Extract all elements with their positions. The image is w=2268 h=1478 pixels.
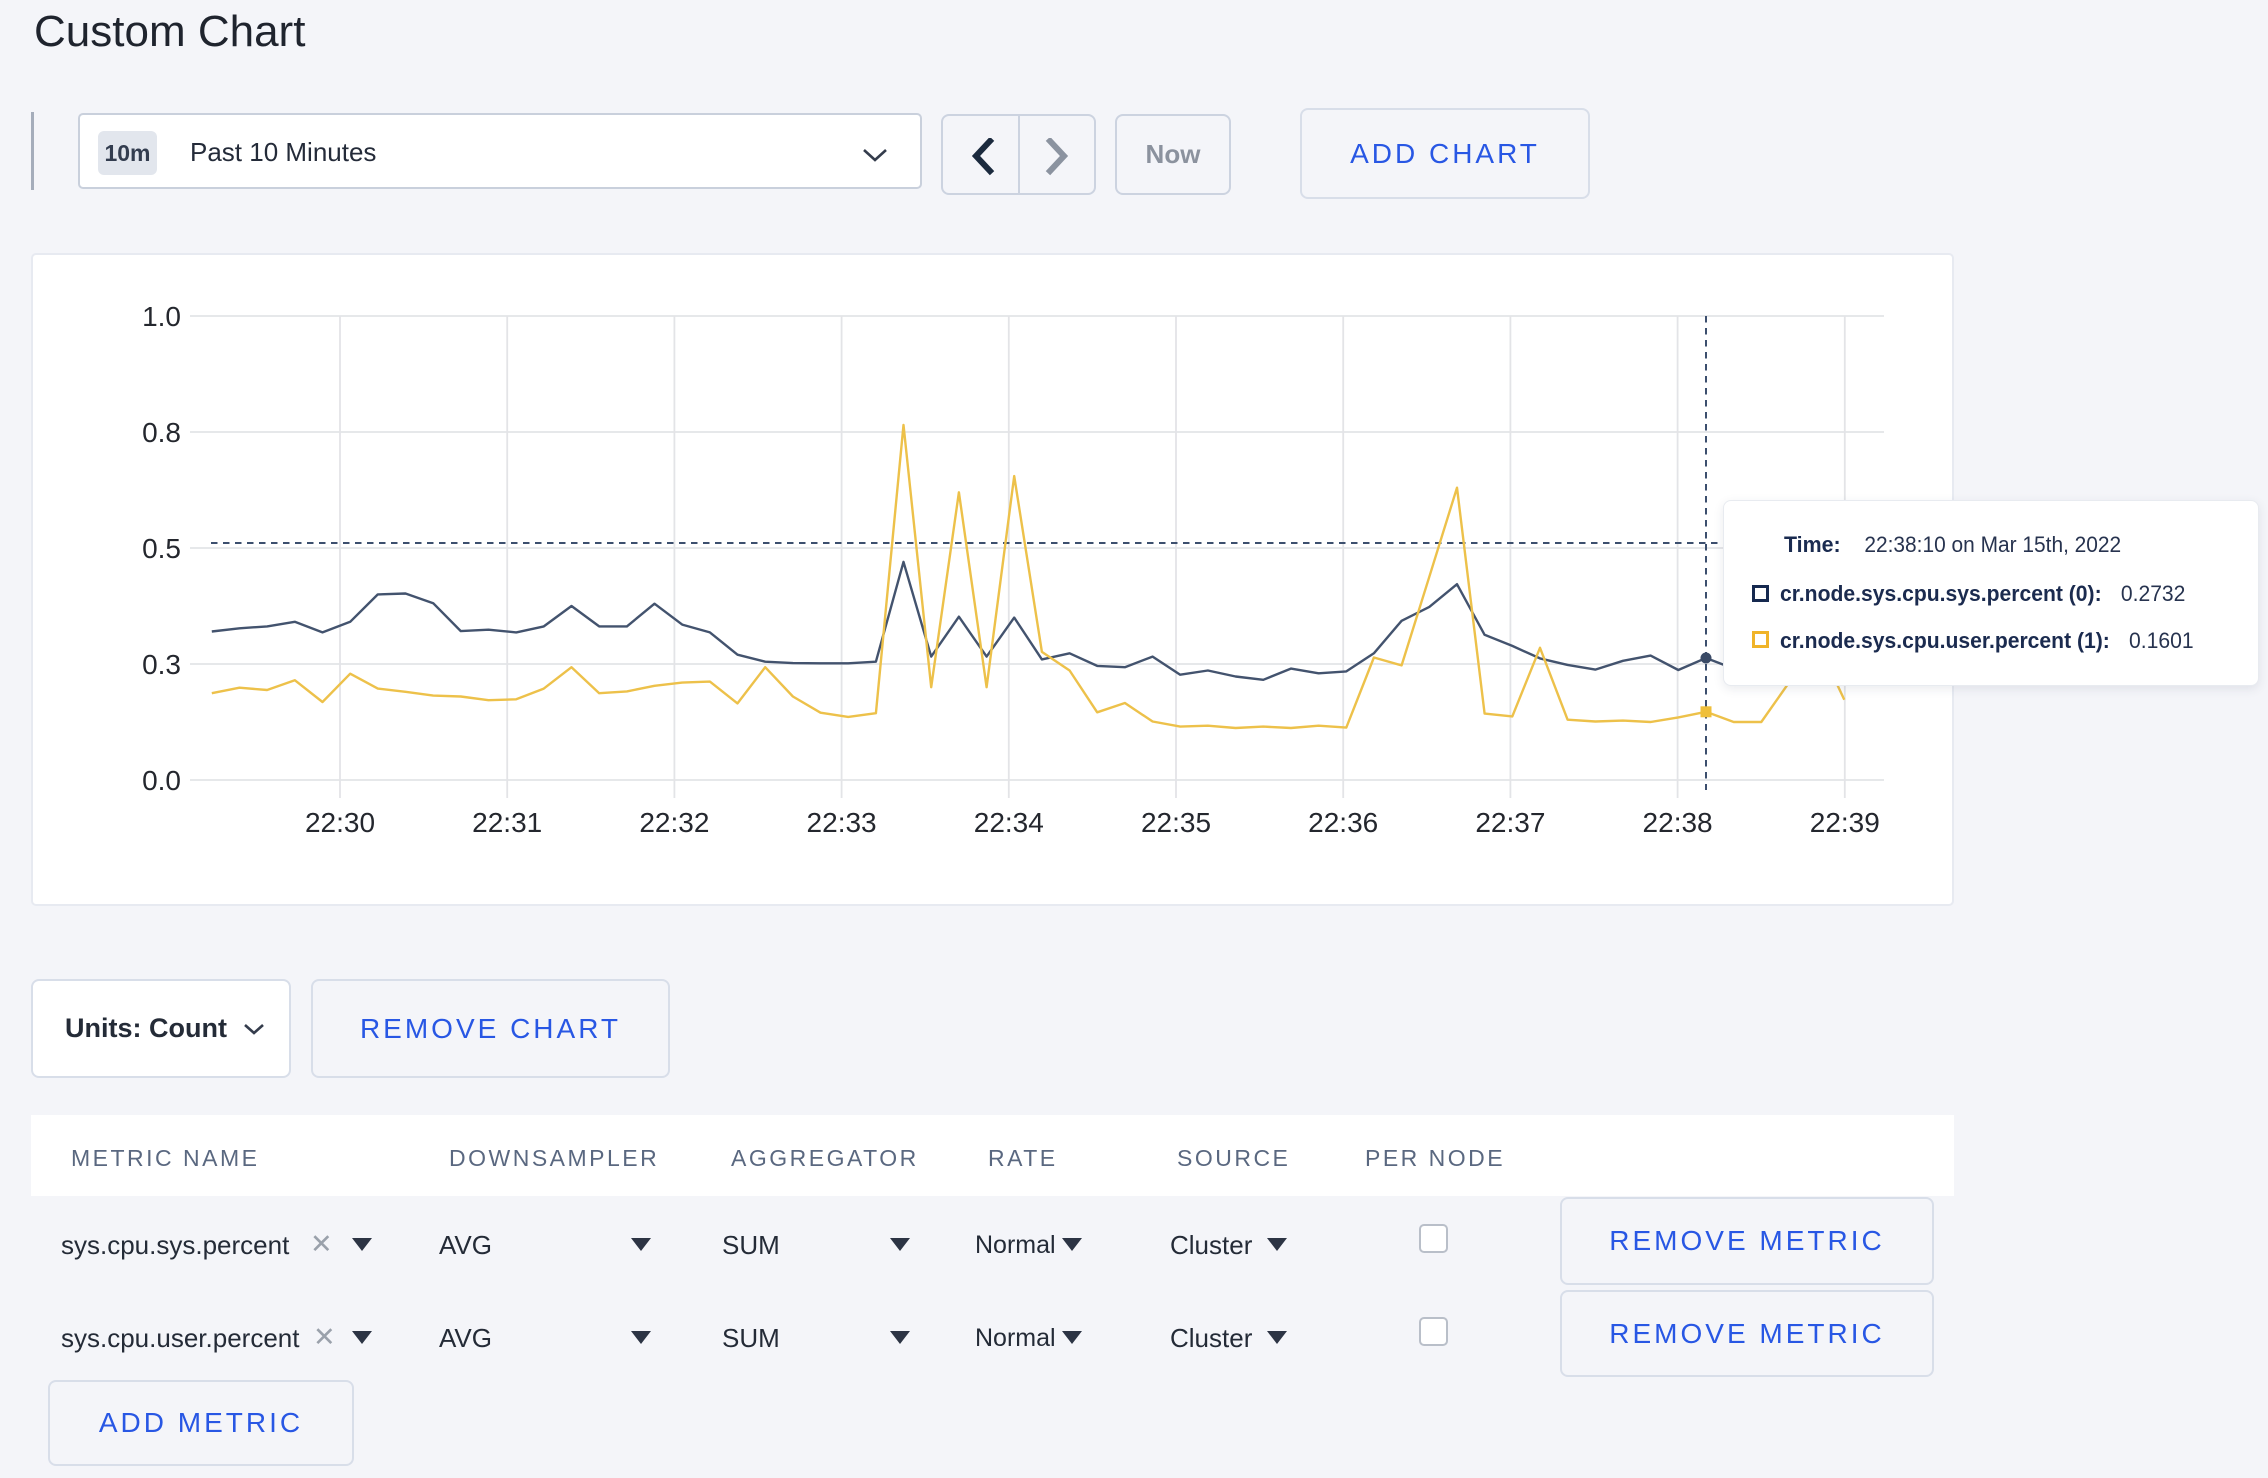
svg-text:22:34: 22:34 xyxy=(974,807,1044,838)
svg-text:22:39: 22:39 xyxy=(1810,807,1880,838)
svg-text:22:31: 22:31 xyxy=(472,807,542,838)
svg-text:22:37: 22:37 xyxy=(1475,807,1545,838)
svg-text:22:36: 22:36 xyxy=(1308,807,1378,838)
svg-text:22:33: 22:33 xyxy=(807,807,877,838)
svg-text:0.5: 0.5 xyxy=(142,533,181,564)
svg-text:0.3: 0.3 xyxy=(142,649,181,680)
svg-text:22:35: 22:35 xyxy=(1141,807,1211,838)
svg-text:22:38: 22:38 xyxy=(1643,807,1713,838)
svg-text:1.0: 1.0 xyxy=(142,301,181,332)
svg-text:22:30: 22:30 xyxy=(305,807,375,838)
svg-text:0.8: 0.8 xyxy=(142,417,181,448)
svg-text:22:32: 22:32 xyxy=(639,807,709,838)
svg-text:0.0: 0.0 xyxy=(142,765,181,796)
